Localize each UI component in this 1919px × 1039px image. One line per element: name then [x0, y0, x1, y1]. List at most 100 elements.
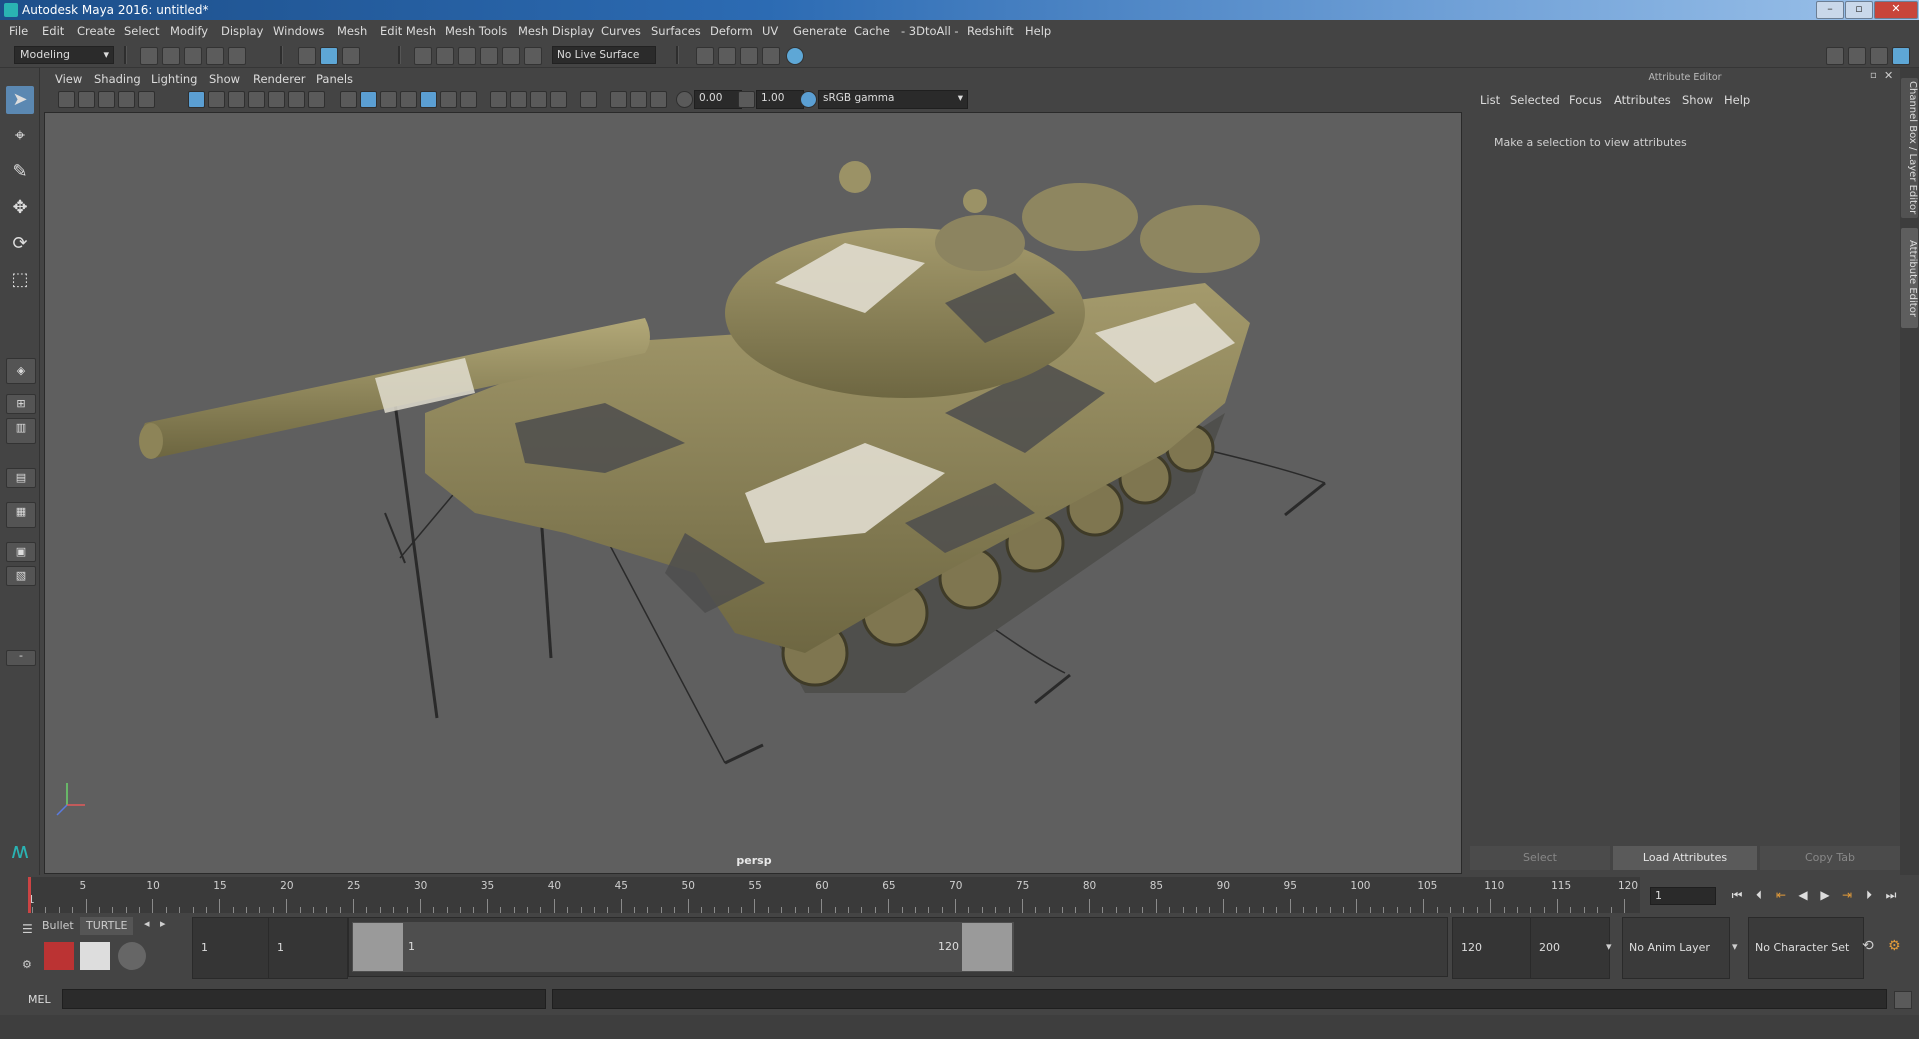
shelf-turtle-render-icon[interactable]: [44, 942, 74, 970]
range-slider-bar[interactable]: [352, 922, 1014, 972]
menu-create[interactable]: Create: [77, 20, 115, 42]
select-tool-icon[interactable]: ➤: [6, 86, 34, 114]
default-lighting-icon[interactable]: [380, 91, 397, 108]
channel-box-tab[interactable]: Channel Box / Layer Editor: [1901, 78, 1918, 218]
viewport-menu-renderer[interactable]: Renderer: [253, 70, 306, 88]
select-component-icon[interactable]: [342, 47, 360, 65]
render-current-frame-icon[interactable]: [718, 47, 736, 65]
playback-end-field[interactable]: 120: [1452, 917, 1534, 979]
menu-mesh[interactable]: Mesh: [337, 20, 367, 42]
attr-menu-attributes[interactable]: Attributes: [1614, 93, 1671, 107]
open-scene-icon[interactable]: [162, 47, 180, 65]
rotate-tool-icon[interactable]: ⟳: [6, 230, 34, 258]
shadows-icon[interactable]: [460, 91, 477, 108]
snap-view-plane-icon[interactable]: [480, 47, 498, 65]
four-view-layout-icon[interactable]: ⊞: [6, 394, 36, 414]
new-scene-icon[interactable]: [140, 47, 158, 65]
step-back-frame-icon[interactable]: ⏴: [1750, 886, 1768, 904]
xray-icon[interactable]: [610, 91, 627, 108]
use-all-lights-icon[interactable]: [440, 91, 457, 108]
image-plane-icon[interactable]: [118, 91, 135, 108]
modeling-toolkit-icon[interactable]: [1826, 47, 1844, 65]
redo-icon[interactable]: [228, 47, 246, 65]
shelf-settings-icon[interactable]: ⚙: [22, 958, 32, 971]
camera-attributes-icon[interactable]: [78, 91, 95, 108]
menu-help[interactable]: Help: [1025, 20, 1051, 42]
attribute-editor-tab[interactable]: Attribute Editor: [1901, 228, 1918, 328]
anti-aliasing-icon[interactable]: [530, 91, 547, 108]
step-forward-frame-icon[interactable]: ⏵: [1860, 886, 1878, 904]
go-to-start-icon[interactable]: ⏮: [1728, 886, 1746, 904]
chevron-down-icon[interactable]: ▾: [1606, 940, 1612, 953]
range-end-handle[interactable]: [962, 923, 1012, 971]
gamma-icon[interactable]: [738, 91, 755, 108]
snap-surface-icon[interactable]: [502, 47, 520, 65]
exposure-field[interactable]: 0.00: [694, 90, 742, 109]
color-space-select[interactable]: sRGB gamma ▾: [818, 90, 968, 109]
camera-icon[interactable]: [58, 91, 75, 108]
current-frame-field[interactable]: 1: [1650, 887, 1716, 905]
menu-surfaces[interactable]: Surfaces: [651, 20, 701, 42]
menu-uv[interactable]: UV: [762, 20, 778, 42]
menu-3dtoall[interactable]: - 3DtoAll -: [901, 20, 959, 42]
menu-set-selector[interactable]: Modeling ▾: [14, 46, 114, 64]
go-to-end-icon[interactable]: ⏭: [1882, 886, 1900, 904]
select-object-icon[interactable]: [320, 47, 338, 65]
playback-start-field[interactable]: 1: [268, 917, 348, 979]
safe-title-icon[interactable]: [308, 91, 325, 108]
time-slider[interactable]: 1 5 10 15 20 25 30 35 40 45 50 55 60 65 70 75 80 85 90 95 1…: [28, 877, 1640, 913]
viewport-menu-view[interactable]: View: [55, 70, 82, 88]
shelf-turtle-sphere-icon[interactable]: [118, 942, 146, 970]
step-forward-key-icon[interactable]: ⇥: [1838, 886, 1856, 904]
ambient-occlusion-icon[interactable]: [490, 91, 507, 108]
render-settings-icon[interactable]: [762, 47, 780, 65]
script-editor-icon[interactable]: [1894, 991, 1912, 1009]
paint-select-tool-icon[interactable]: ✎: [6, 158, 34, 186]
depth-of-field-icon[interactable]: [550, 91, 567, 108]
textured-icon[interactable]: [420, 91, 437, 108]
attr-menu-focus[interactable]: Focus: [1569, 93, 1602, 107]
step-back-key-icon[interactable]: ⇤: [1772, 886, 1790, 904]
anim-layer-select[interactable]: No Anim Layer: [1622, 917, 1730, 979]
shelf-scroll-right-icon[interactable]: ▸: [160, 917, 166, 930]
resolution-gate-icon[interactable]: [228, 91, 245, 108]
wireframe-on-shaded-icon[interactable]: [400, 91, 417, 108]
xray-joints-icon[interactable]: [650, 91, 667, 108]
menu-modify[interactable]: Modify: [170, 20, 208, 42]
menu-generate[interactable]: Generate: [793, 20, 847, 42]
character-set-select[interactable]: No Character Set: [1748, 917, 1864, 979]
render-view-icon[interactable]: [696, 47, 714, 65]
persp-graph-layout-icon[interactable]: ▤: [6, 468, 36, 488]
lasso-tool-icon[interactable]: ⌖: [6, 122, 34, 150]
snap-vertex-icon[interactable]: [524, 47, 542, 65]
menu-file[interactable]: File: [9, 20, 28, 42]
current-time-marker[interactable]: [28, 877, 31, 913]
menu-curves[interactable]: Curves: [601, 20, 641, 42]
shelf-scroll-left-icon[interactable]: ◂: [144, 917, 150, 930]
script-language-label[interactable]: MEL: [28, 993, 51, 1006]
exposure-icon[interactable]: [676, 91, 693, 108]
live-surface-field[interactable]: No Live Surface: [552, 46, 656, 64]
persp-outliner-layout-icon[interactable]: ▥: [6, 418, 36, 444]
viewport-menu-shading[interactable]: Shading: [94, 70, 141, 88]
grid-icon[interactable]: [188, 91, 205, 108]
field-chart-icon[interactable]: [268, 91, 285, 108]
animation-preferences-icon[interactable]: ⚙: [1888, 938, 1901, 954]
hypershade-layout-icon[interactable]: ▣: [6, 542, 36, 562]
viewport-menu-show[interactable]: Show: [209, 70, 240, 88]
menu-display[interactable]: Display: [221, 20, 263, 42]
close-button[interactable]: ✕: [1874, 1, 1918, 19]
single-perspective-view-icon[interactable]: ◈: [6, 358, 36, 384]
float-panel-icon[interactable]: ▫: [1870, 70, 1877, 81]
ipr-render-icon[interactable]: [740, 47, 758, 65]
bookmark-icon[interactable]: [98, 91, 115, 108]
move-tool-icon[interactable]: ✥: [6, 194, 34, 222]
isolate-select-icon[interactable]: [580, 91, 597, 108]
menu-edit[interactable]: Edit: [42, 20, 64, 42]
auto-key-icon[interactable]: ⟲: [1862, 938, 1874, 954]
save-scene-icon[interactable]: [184, 47, 202, 65]
viewport-menu-lighting[interactable]: Lighting: [151, 70, 197, 88]
undo-icon[interactable]: [206, 47, 224, 65]
menu-redshift[interactable]: Redshift: [967, 20, 1014, 42]
menu-mesh-tools[interactable]: Mesh Tools: [445, 20, 507, 42]
